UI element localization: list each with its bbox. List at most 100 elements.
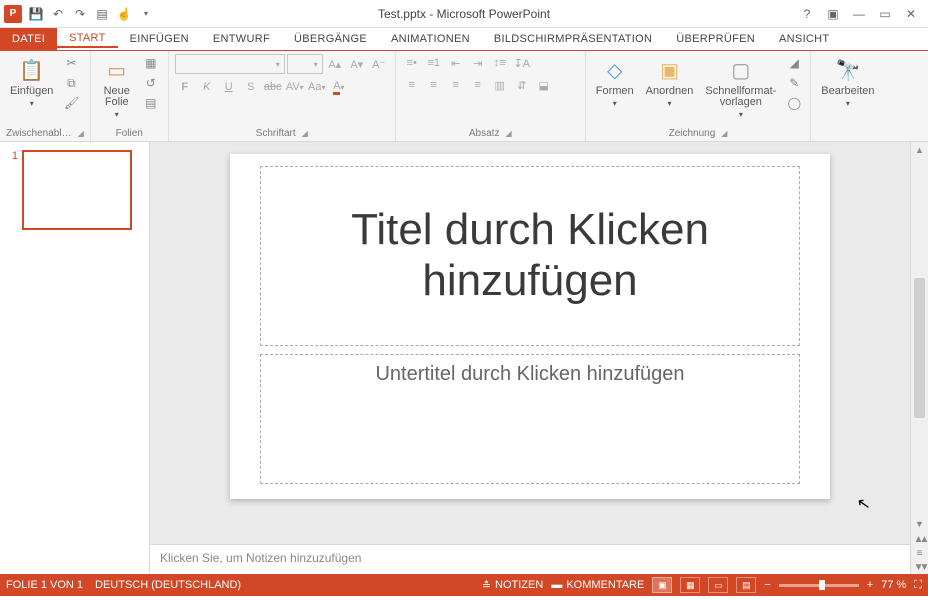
prev-slide-button[interactable]: ▲▲: [911, 532, 928, 546]
shape-fill-button[interactable]: ◢: [784, 54, 804, 72]
italic-button[interactable]: K: [197, 78, 217, 96]
cut-button[interactable]: ✂: [61, 54, 81, 72]
increase-indent-button[interactable]: ⇥: [468, 54, 488, 72]
thumbnail-slide-1[interactable]: [22, 150, 132, 230]
reset-slide-button[interactable]: ↺: [141, 74, 161, 92]
slide-layout-button[interactable]: ▦: [141, 54, 161, 72]
arrange-button[interactable]: ▣ Anordnen▾: [642, 54, 698, 110]
comments-icon: ▬: [551, 579, 562, 591]
sorter-view-button[interactable]: ▦: [680, 577, 700, 593]
save-button[interactable]: 💾: [26, 4, 46, 24]
scroll-up-button[interactable]: ▲: [911, 142, 928, 158]
strikethrough-button[interactable]: abc: [263, 78, 283, 96]
align-center-button[interactable]: ≡: [424, 76, 444, 94]
close-button[interactable]: ✕: [900, 3, 922, 25]
slide-canvas[interactable]: Titel durch Klicken hinzufügen Untertite…: [230, 154, 830, 499]
columns-button[interactable]: ▥: [490, 76, 510, 94]
find-edit-button[interactable]: 🔭 Bearbeiten▾: [817, 54, 878, 110]
language-indicator[interactable]: DEUTSCH (DEUTSCHLAND): [95, 579, 241, 591]
subtitle-placeholder[interactable]: Untertitel durch Klicken hinzufügen: [260, 354, 800, 484]
tab-view[interactable]: ANSICHT: [767, 28, 841, 50]
slideshow-view-button[interactable]: ▤: [736, 577, 756, 593]
zoom-slider-thumb[interactable]: [819, 580, 825, 590]
nav-menu-button[interactable]: ≡: [911, 546, 928, 560]
minimize-button[interactable]: —: [848, 3, 870, 25]
align-right-button[interactable]: ≡: [446, 76, 466, 94]
notes-icon: ≛: [482, 579, 491, 592]
ribbon-tabs: DATEI START EINFÜGEN ENTWURF ÜBERGÄNGE A…: [0, 28, 928, 50]
dialog-launcher-icon[interactable]: ◢: [78, 129, 84, 138]
redo-button[interactable]: ↷: [70, 4, 90, 24]
smartart-button[interactable]: ⬓: [534, 76, 554, 94]
title-placeholder[interactable]: Titel durch Klicken hinzufügen: [260, 166, 800, 346]
touch-mode-button[interactable]: ☝: [114, 4, 134, 24]
font-color-button[interactable]: A▾: [329, 78, 349, 96]
copy-button[interactable]: ⧉: [61, 74, 81, 92]
scroll-track[interactable]: [911, 158, 928, 516]
shapes-button[interactable]: ◇ Formen▾: [592, 54, 638, 110]
font-size-combo[interactable]: ▾: [287, 54, 323, 74]
shape-outline-button[interactable]: ✎: [784, 74, 804, 92]
zoom-level[interactable]: 77 %: [881, 579, 906, 591]
grow-font-button[interactable]: A▴: [325, 55, 345, 73]
shapes-icon: ◇: [601, 56, 629, 84]
paste-button[interactable]: 📋 Einfügen ▾: [6, 54, 57, 110]
justify-button[interactable]: ≡: [468, 76, 488, 94]
text-shadow-button[interactable]: S: [241, 78, 261, 96]
tab-review[interactable]: ÜBERPRÜFEN: [664, 28, 767, 50]
shrink-font-button[interactable]: A▾: [347, 55, 367, 73]
quick-styles-button[interactable]: ▢ Schnellformat- vorlagen▾: [701, 54, 780, 121]
underline-button[interactable]: U: [219, 78, 239, 96]
align-left-button[interactable]: ≡: [402, 76, 422, 94]
notes-pane[interactable]: Klicken Sie, um Notizen hinzuzufügen: [150, 544, 910, 574]
section-button[interactable]: ▤: [141, 94, 161, 112]
next-slide-button[interactable]: ▼▼: [911, 560, 928, 574]
slide-counter[interactable]: FOLIE 1 VON 1: [6, 579, 83, 591]
scroll-thumb[interactable]: [914, 278, 925, 418]
dialog-launcher-icon[interactable]: ◢: [302, 129, 308, 138]
maximize-button[interactable]: ▭: [874, 3, 896, 25]
clear-formatting-button[interactable]: A⁻: [369, 55, 389, 73]
font-family-combo[interactable]: ▾: [175, 54, 285, 74]
qat-customize-button[interactable]: ▾: [136, 4, 156, 24]
tab-design[interactable]: ENTWURF: [201, 28, 282, 50]
tab-transitions[interactable]: ÜBERGÄNGE: [282, 28, 379, 50]
numbering-button[interactable]: ≡1: [424, 54, 444, 72]
new-slide-button[interactable]: ▭ Neue Folie ▾: [97, 54, 137, 121]
text-direction-button[interactable]: ↧A: [512, 54, 532, 72]
tab-animations[interactable]: ANIMATIONEN: [379, 28, 482, 50]
decrease-indent-button[interactable]: ⇤: [446, 54, 466, 72]
tab-insert[interactable]: EINFÜGEN: [118, 28, 201, 50]
align-text-button[interactable]: ⇵: [512, 76, 532, 94]
notes-toggle-button[interactable]: ≛NOTIZEN: [482, 579, 544, 592]
dialog-launcher-icon[interactable]: ◢: [721, 129, 727, 138]
ribbon-display-options-button[interactable]: ▣: [822, 3, 844, 25]
help-button[interactable]: ?: [796, 3, 818, 25]
tab-start[interactable]: START: [57, 28, 118, 50]
char-spacing-button[interactable]: AV▾: [285, 78, 305, 96]
slideshow-from-start-button[interactable]: ▤: [92, 4, 112, 24]
zoom-in-button[interactable]: +: [867, 579, 873, 591]
bold-button[interactable]: F: [175, 78, 195, 96]
bullets-button[interactable]: ≡•: [402, 54, 422, 72]
shape-effects-button[interactable]: ◯: [784, 94, 804, 112]
change-case-button[interactable]: Aa▾: [307, 78, 327, 96]
format-painter-button[interactable]: 🖌: [61, 94, 81, 112]
undo-button[interactable]: ↶: [48, 4, 68, 24]
tab-file[interactable]: DATEI: [0, 28, 57, 50]
reading-view-button[interactable]: ▭: [708, 577, 728, 593]
scroll-down-button[interactable]: ▼: [911, 516, 928, 532]
line-spacing-button[interactable]: ↕≡: [490, 54, 510, 72]
slide-thumbnail-pane[interactable]: 1: [0, 142, 150, 574]
fit-to-window-button[interactable]: ⛶: [914, 579, 922, 592]
tab-slideshow[interactable]: BILDSCHIRMPRÄSENTATION: [482, 28, 664, 50]
comments-toggle-button[interactable]: ▬KOMMENTARE: [551, 579, 644, 591]
slide-stage[interactable]: Titel durch Klicken hinzufügen Untertite…: [150, 142, 910, 544]
zoom-slider[interactable]: [779, 584, 859, 587]
dialog-launcher-icon[interactable]: ◢: [505, 129, 511, 138]
normal-view-button[interactable]: ▣: [652, 577, 672, 593]
zoom-out-button[interactable]: −: [764, 579, 770, 591]
grow-font-icon: A▴: [328, 58, 341, 71]
vertical-scrollbar[interactable]: ▲ ▼ ▲▲ ≡ ▼▼: [910, 142, 928, 574]
thumbnail-row[interactable]: 1: [8, 150, 141, 230]
